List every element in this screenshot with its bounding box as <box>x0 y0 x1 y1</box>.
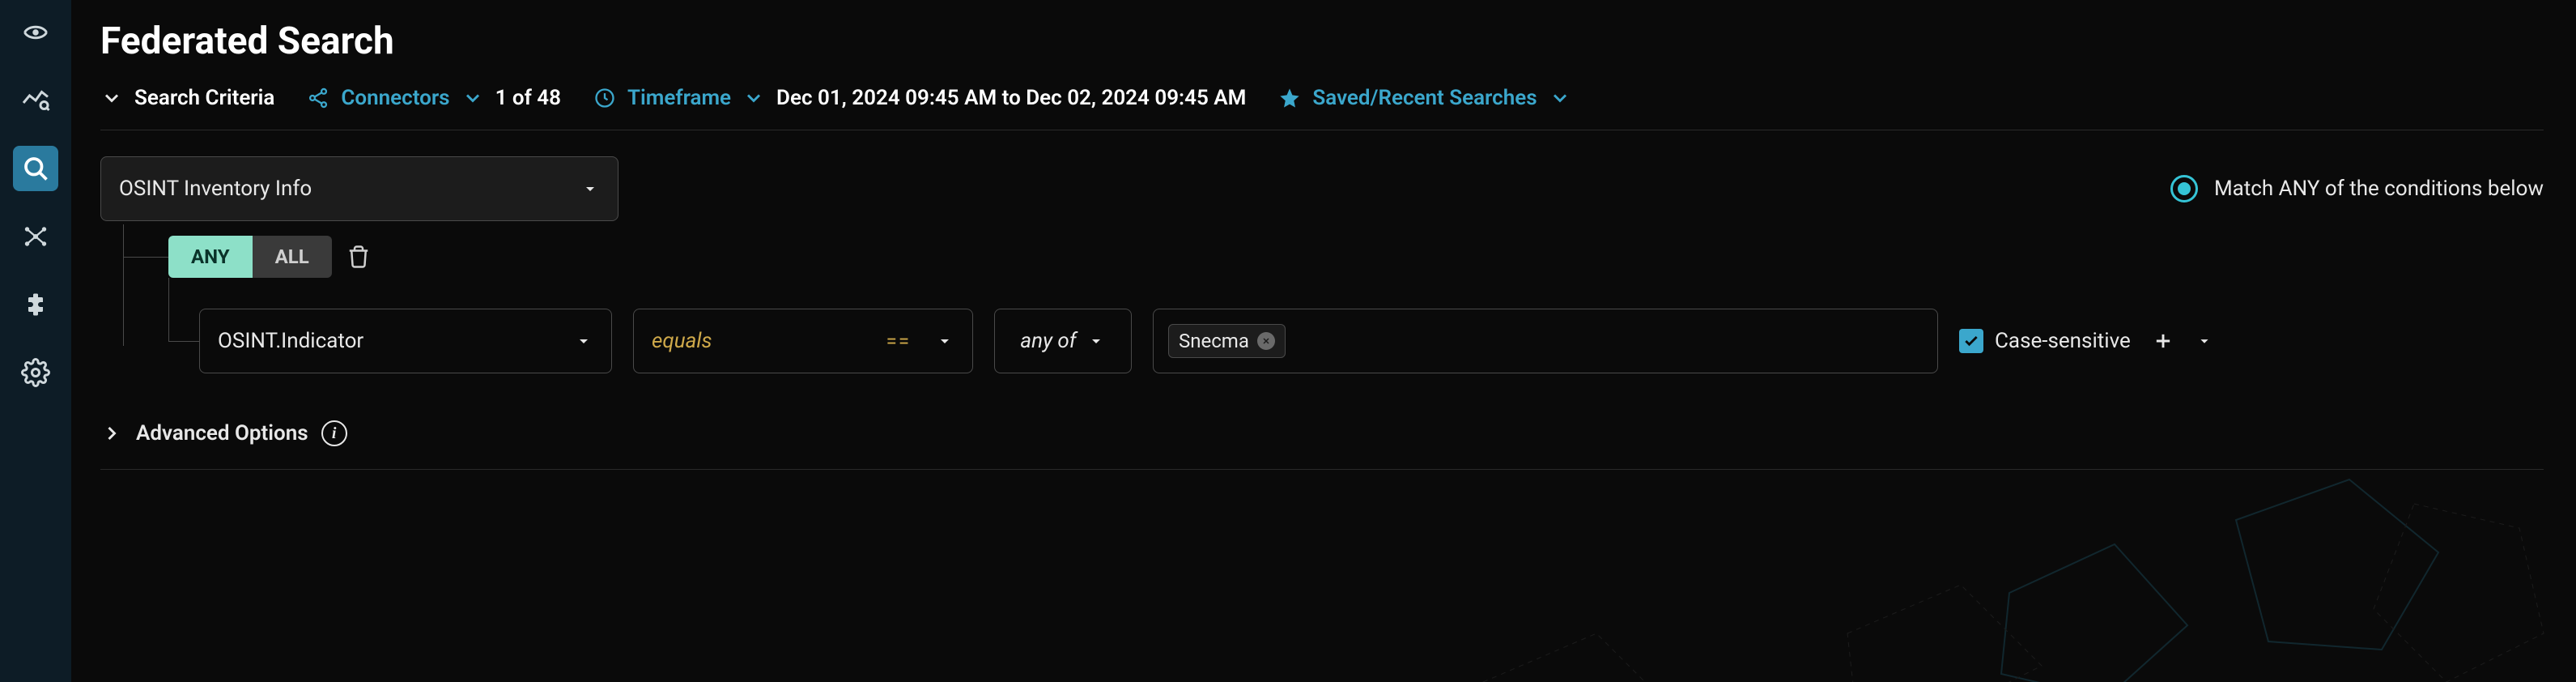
sidebar-item-analytics[interactable] <box>13 78 58 123</box>
advanced-options-label: Advanced Options <box>136 421 308 445</box>
puzzle-icon <box>21 290 50 319</box>
match-conditions-radio[interactable]: Match ANY of the conditions below <box>2170 175 2544 202</box>
caret-down-icon <box>580 179 600 198</box>
background-decoration <box>1443 471 2576 682</box>
field-dropdown[interactable]: OSINT.Indicator <box>199 309 612 373</box>
share-icon <box>307 87 329 109</box>
star-icon <box>1278 87 1301 109</box>
value-chip: Snecma <box>1168 324 1286 358</box>
gear-icon <box>21 358 50 387</box>
chip-remove-button[interactable] <box>1257 332 1275 350</box>
page-title: Federated Search <box>100 19 2544 63</box>
source-dropdown[interactable]: OSINT Inventory Info <box>100 156 618 221</box>
sidebar <box>0 0 71 682</box>
query-builder: OSINT Inventory Info Match ANY of the co… <box>100 130 2544 470</box>
match-conditions-label: Match ANY of the conditions below <box>2214 177 2544 201</box>
scope-dropdown[interactable]: any of <box>994 309 1132 373</box>
timeframe-label: Timeframe <box>627 86 731 110</box>
add-condition-button[interactable] <box>2152 330 2174 352</box>
toggle-any[interactable]: ANY <box>168 236 253 278</box>
timeframe-dropdown[interactable]: Timeframe Dec 01, 2024 09:45 AM to Dec 0… <box>593 86 1246 110</box>
sidebar-item-logo[interactable] <box>13 10 58 55</box>
chevron-down-icon <box>461 87 484 109</box>
saved-searches-label: Saved/Recent Searches <box>1312 86 1537 110</box>
logo-icon <box>21 18 50 47</box>
add-condition-menu[interactable] <box>2196 332 2213 350</box>
sidebar-item-graph[interactable] <box>13 214 58 259</box>
operator-name: equals <box>652 329 886 353</box>
plus-icon <box>2152 330 2174 352</box>
criteria-bar: Search Criteria Connectors 1 of 48 Timef… <box>100 86 2544 130</box>
operator-symbol: == <box>886 330 911 352</box>
clock-icon <box>593 87 616 109</box>
advanced-options-toggle[interactable]: Advanced Options i <box>100 420 2544 470</box>
condition-row: OSINT.Indicator equals == any of <box>199 309 2544 373</box>
value-chip-text: Snecma <box>1179 330 1249 352</box>
case-sensitive-checkbox[interactable]: Case-sensitive <box>1959 329 2131 353</box>
info-icon[interactable]: i <box>321 420 347 446</box>
caret-down-icon <box>574 331 593 351</box>
source-dropdown-value: OSINT Inventory Info <box>119 177 312 201</box>
connectors-label: Connectors <box>341 86 449 110</box>
close-icon <box>1261 336 1271 346</box>
delete-group-button[interactable] <box>346 245 371 269</box>
sidebar-item-plugins[interactable] <box>13 282 58 327</box>
timeframe-value: Dec 01, 2024 09:45 AM to Dec 02, 2024 09… <box>776 86 1246 110</box>
main-content: Federated Search Search Criteria Connect… <box>71 0 2576 682</box>
toggle-all[interactable]: ALL <box>253 236 332 278</box>
case-sensitive-label: Case-sensitive <box>1995 329 2131 353</box>
value-input[interactable]: Snecma <box>1153 309 1938 373</box>
any-all-toggle: ANY ALL <box>168 236 332 278</box>
saved-searches-dropdown[interactable]: Saved/Recent Searches <box>1278 86 1571 110</box>
search-criteria-label: Search Criteria <box>134 86 274 110</box>
graph-icon <box>21 222 50 251</box>
connectors-count: 1 of 48 <box>495 86 561 110</box>
caret-down-icon <box>1086 331 1106 351</box>
search-criteria-toggle[interactable]: Search Criteria <box>100 86 274 110</box>
scope-dropdown-value: any of <box>1020 329 1076 353</box>
chevron-down-icon <box>100 87 123 109</box>
caret-down-icon <box>2196 332 2213 350</box>
caret-down-icon <box>935 331 954 351</box>
trash-icon <box>346 245 371 269</box>
operator-dropdown[interactable]: equals == <box>633 309 973 373</box>
chevron-down-icon <box>1549 87 1571 109</box>
analytics-icon <box>21 86 50 115</box>
radio-icon <box>2170 175 2198 202</box>
chevron-right-icon <box>100 422 123 445</box>
check-icon <box>1963 333 1979 349</box>
search-icon <box>21 154 50 183</box>
field-dropdown-value: OSINT.Indicator <box>218 329 363 353</box>
connectors-dropdown[interactable]: Connectors 1 of 48 <box>307 86 561 110</box>
chevron-down-icon <box>742 87 765 109</box>
sidebar-item-settings[interactable] <box>13 350 58 395</box>
sidebar-item-search[interactable] <box>13 146 58 191</box>
checkbox-icon <box>1959 329 1983 353</box>
